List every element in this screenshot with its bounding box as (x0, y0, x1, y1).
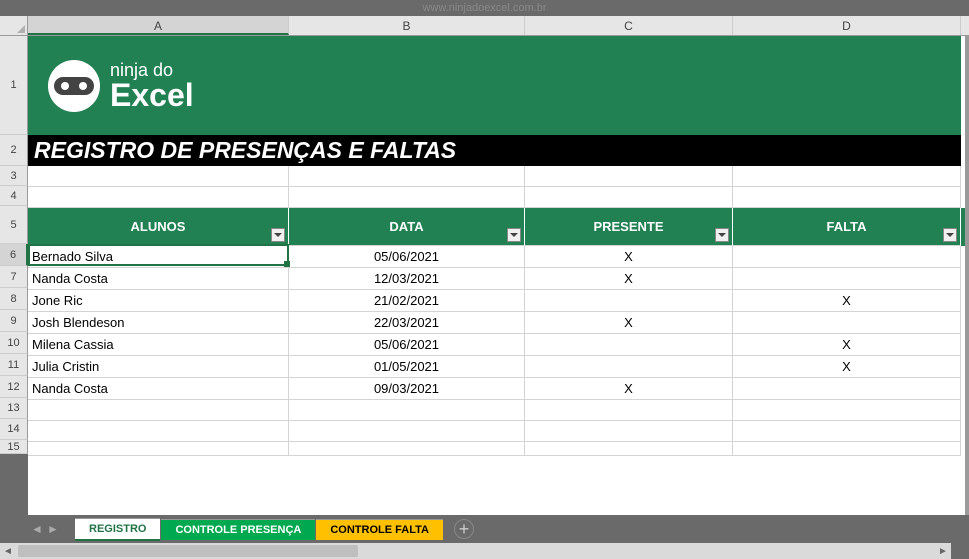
cell-aluno[interactable]: Josh Blendeson (28, 312, 289, 334)
cell-data[interactable]: 09/03/2021 (289, 378, 525, 400)
cell-presente[interactable] (525, 334, 733, 356)
table-row: Jone Ric 21/02/2021 X (28, 290, 965, 312)
cell-falta[interactable] (733, 246, 961, 268)
cell-aluno[interactable]: Julia Cristin (28, 356, 289, 378)
column-headers: A B C D (28, 16, 969, 36)
table-row: Nanda Costa 09/03/2021 X (28, 378, 965, 400)
row-header-11[interactable]: 11 (0, 354, 28, 376)
row-header-5[interactable]: 5 (0, 206, 28, 244)
scroll-thumb[interactable] (18, 545, 358, 557)
scroll-left-icon[interactable]: ◄ (0, 543, 16, 559)
row-header-2[interactable]: 2 (0, 135, 28, 166)
watermark-text: www.ninjadoexcel.com.br (422, 2, 546, 14)
cell-presente[interactable]: X (525, 378, 733, 400)
row-header-10[interactable]: 10 (0, 332, 28, 354)
row-headers: 1 2 3 4 5 6 7 8 9 10 11 12 13 14 15 (0, 36, 28, 515)
tab-controle-presenca[interactable]: CONTROLE PRESENÇA (161, 519, 315, 540)
table-row: Julia Cristin 01/05/2021 X (28, 356, 965, 378)
logo-text-big: Excel (110, 79, 194, 111)
sheet-tabs-bar: ◄ ► REGISTRO CONTROLE PRESENÇA CONTROLE … (0, 515, 969, 543)
table-header-row: ALUNOS DATA PRESENTE FALTA (28, 208, 965, 246)
column-header-C[interactable]: C (525, 16, 733, 35)
cell-aluno[interactable]: Milena Cassia (28, 334, 289, 356)
filter-button-presente[interactable] (715, 228, 729, 242)
row-header-3[interactable]: 3 (0, 166, 28, 186)
horizontal-scrollbar[interactable]: ◄ ► (0, 543, 951, 559)
cell-falta[interactable] (733, 312, 961, 334)
row-header-4[interactable]: 4 (0, 186, 28, 206)
vertical-scrollbar[interactable] (965, 36, 969, 543)
cell-data[interactable]: 12/03/2021 (289, 268, 525, 290)
row-header-13[interactable]: 13 (0, 398, 28, 419)
logo-text-small: ninja do (110, 61, 194, 79)
cell-aluno[interactable]: Jone Ric (28, 290, 289, 312)
row-header-8[interactable]: 8 (0, 288, 28, 310)
cell-presente[interactable]: X (525, 246, 733, 268)
cell-falta[interactable]: X (733, 290, 961, 312)
cell-presente[interactable] (525, 356, 733, 378)
header-alunos: ALUNOS (131, 219, 186, 234)
column-header-A[interactable]: A (28, 16, 289, 35)
tab-nav-prev-icon[interactable]: ◄ (30, 522, 44, 536)
select-all-button[interactable] (0, 16, 28, 36)
cell-aluno[interactable]: Nanda Costa (28, 378, 289, 400)
scroll-right-icon[interactable]: ► (935, 543, 951, 559)
table-row: Bernado Silva 05/06/2021 X (28, 246, 965, 268)
filter-button-alunos[interactable] (271, 228, 285, 242)
spreadsheet-grid[interactable]: ninja do Excel REGISTRO DE PRESENÇAS E F… (28, 36, 965, 515)
filter-button-falta[interactable] (943, 228, 957, 242)
cell-data[interactable]: 01/05/2021 (289, 356, 525, 378)
row-header-15[interactable]: 15 (0, 440, 28, 454)
cell-falta[interactable] (733, 378, 961, 400)
header-falta: FALTA (827, 219, 867, 234)
cell-data[interactable]: 21/02/2021 (289, 290, 525, 312)
cell-presente[interactable] (525, 290, 733, 312)
ninja-logo-icon (48, 60, 100, 112)
cell-presente[interactable]: X (525, 268, 733, 290)
cell-data[interactable]: 05/06/2021 (289, 246, 525, 268)
filter-button-data[interactable] (507, 228, 521, 242)
cell-falta[interactable]: X (733, 356, 961, 378)
cell-presente[interactable]: X (525, 312, 733, 334)
add-sheet-button[interactable]: + (454, 519, 474, 539)
row-header-12[interactable]: 12 (0, 376, 28, 398)
row-header-6[interactable]: 6 (0, 244, 28, 266)
logo-banner: ninja do Excel (28, 36, 961, 135)
table-row: Nanda Costa 12/03/2021 X (28, 268, 965, 290)
cell-falta[interactable] (733, 268, 961, 290)
column-header-B[interactable]: B (289, 16, 525, 35)
column-header-D[interactable]: D (733, 16, 961, 35)
tab-controle-falta[interactable]: CONTROLE FALTA (316, 519, 443, 540)
row-header-9[interactable]: 9 (0, 310, 28, 332)
page-title: REGISTRO DE PRESENÇAS E FALTAS (28, 135, 961, 166)
cell-falta[interactable]: X (733, 334, 961, 356)
row-header-1[interactable]: 1 (0, 36, 28, 135)
row-header-7[interactable]: 7 (0, 266, 28, 288)
row-header-14[interactable]: 14 (0, 419, 28, 440)
cell-aluno[interactable]: Nanda Costa (28, 268, 289, 290)
tab-registro[interactable]: REGISTRO (75, 518, 160, 541)
cell-data[interactable]: 05/06/2021 (289, 334, 525, 356)
cell-data[interactable]: 22/03/2021 (289, 312, 525, 334)
header-data: DATA (389, 219, 423, 234)
header-presente: PRESENTE (593, 219, 663, 234)
tab-nav-next-icon[interactable]: ► (46, 522, 60, 536)
table-row: Josh Blendeson 22/03/2021 X (28, 312, 965, 334)
table-row: Milena Cassia 05/06/2021 X (28, 334, 965, 356)
cell-aluno[interactable]: Bernado Silva (28, 246, 289, 268)
